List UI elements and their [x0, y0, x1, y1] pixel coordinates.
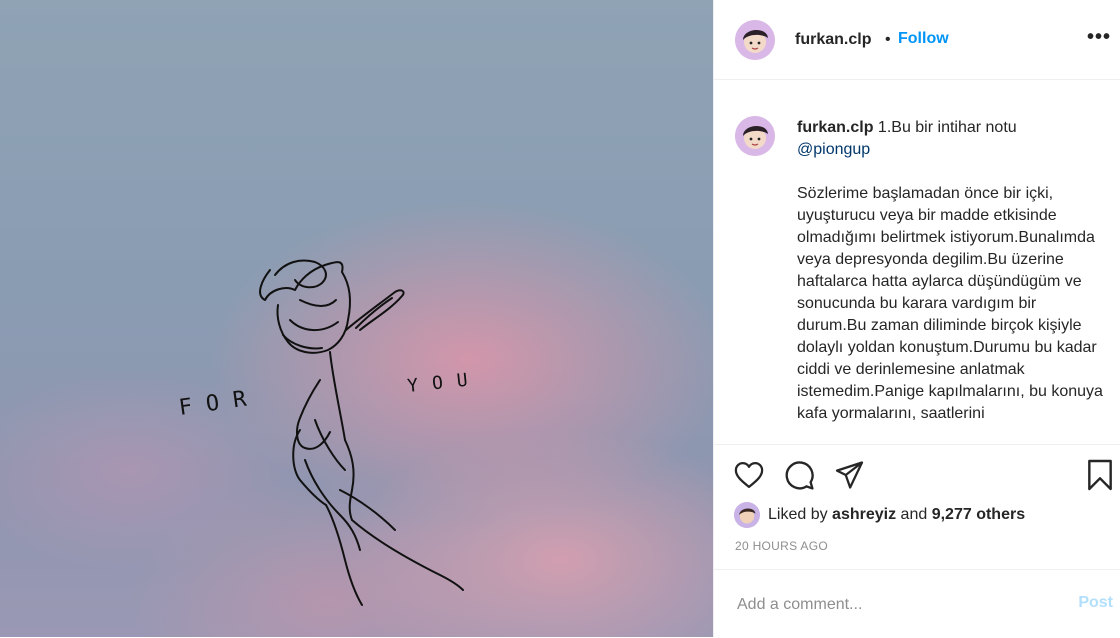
image-text-for: FOR: [177, 385, 261, 421]
comment-input[interactable]: [735, 592, 1059, 618]
post-image[interactable]: FOR YOU: [0, 0, 713, 637]
heart-icon[interactable]: [734, 461, 764, 489]
caption-avatar[interactable]: [735, 116, 775, 156]
avatar-illustration-icon: [735, 20, 775, 60]
post-comment-button[interactable]: Post: [1078, 594, 1113, 612]
header-username[interactable]: furkan.clp: [795, 31, 871, 49]
post-caption: furkan.clp 1.Bu bir intihar notu @piongu…: [797, 117, 1107, 425]
avatar-illustration-icon: [734, 502, 760, 528]
image-text-you: YOU: [406, 368, 482, 397]
comment-bubble-icon[interactable]: [784, 460, 815, 491]
liked-by-and: and: [900, 506, 928, 523]
separator-dot: •: [885, 31, 891, 48]
paper-plane-icon[interactable]: [834, 460, 865, 490]
caption-username[interactable]: furkan.clp: [797, 119, 873, 136]
follow-button[interactable]: Follow: [898, 30, 949, 48]
avatar[interactable]: [735, 20, 775, 60]
add-comment-bar: Post: [714, 569, 1120, 638]
bookmark-icon[interactable]: [1086, 459, 1114, 491]
caption-title: 1.Bu bir intihar notu: [877, 119, 1017, 136]
rose-hand-illustration: FOR YOU: [177, 259, 483, 606]
caption-body: Sözlerime başlamadan önce bir içki, uyuş…: [797, 185, 1108, 422]
caption-mention-link[interactable]: @piongup: [797, 139, 1107, 161]
more-options-icon[interactable]: •••: [1087, 26, 1111, 49]
post-header: furkan.clp • Follow •••: [714, 0, 1120, 80]
liker-avatar[interactable]: [734, 502, 760, 528]
post-timestamp[interactable]: 20 HOURS AGO: [735, 539, 828, 553]
liked-by-user[interactable]: ashreyiz: [832, 506, 896, 524]
liked-by-prefix: Liked by: [768, 506, 828, 523]
post-details-panel: furkan.clp • Follow ••• furkan.clp 1.Bu …: [713, 0, 1120, 637]
avatar-illustration-icon: [735, 116, 775, 156]
action-bar: [714, 444, 1120, 505]
likes-summary: Liked by ashreyiz and 9,277 others: [734, 500, 1025, 530]
liked-by-others[interactable]: 9,277 others: [932, 506, 1025, 524]
comments-section[interactable]: furkan.clp 1.Bu bir intihar notu @piongu…: [714, 80, 1120, 443]
